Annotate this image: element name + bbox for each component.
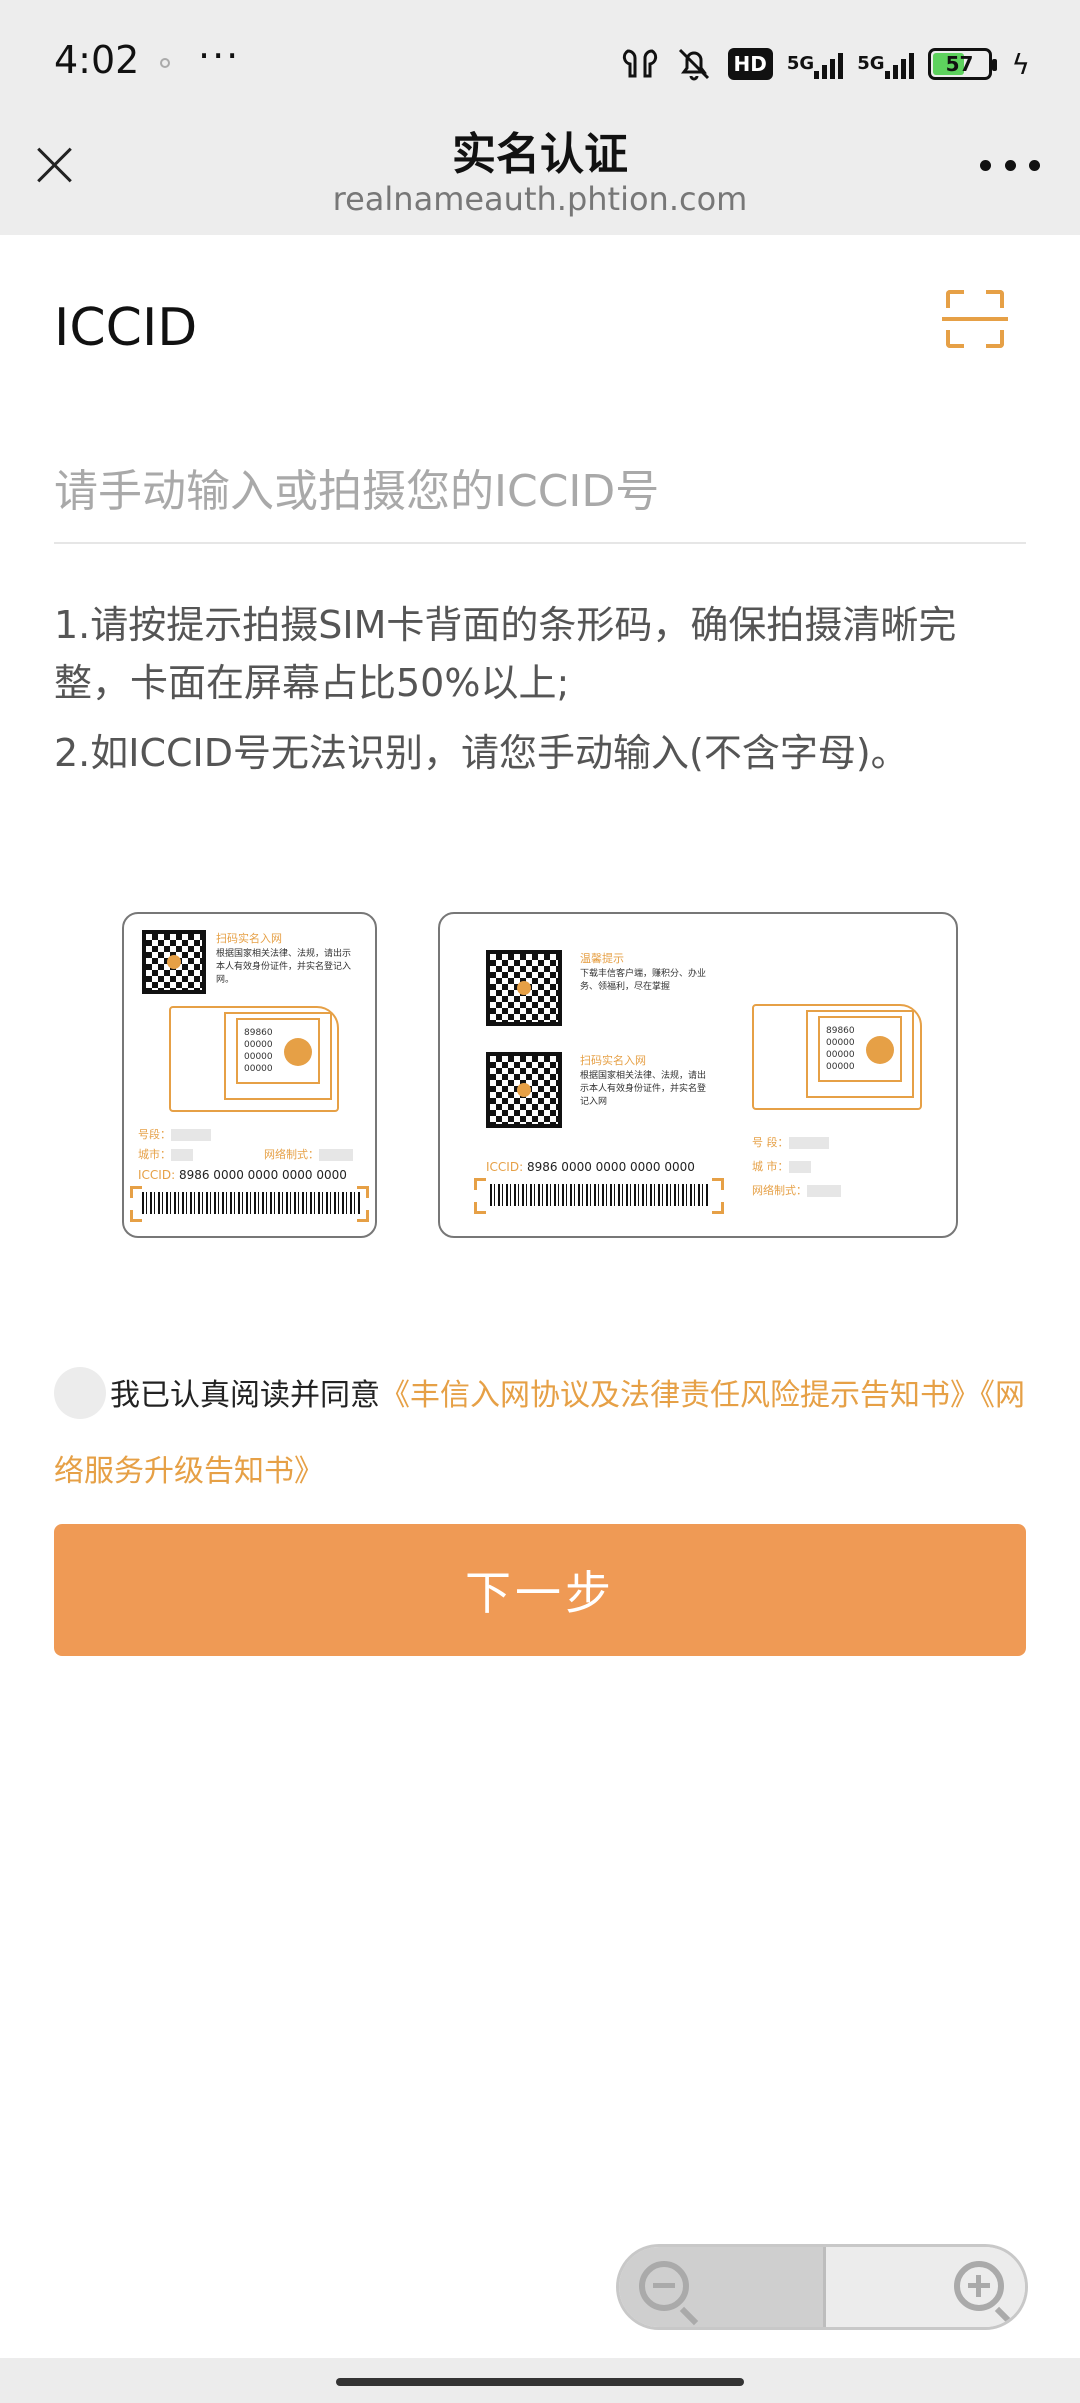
barcode bbox=[142, 1192, 362, 1214]
brand-logo-icon bbox=[866, 1036, 894, 1064]
iccid-input[interactable] bbox=[54, 440, 1026, 544]
agreement-link-protocol[interactable]: 《丰信入网协议及法律责任风险提示告知书》 bbox=[380, 1378, 980, 1413]
zoom-in-button[interactable] bbox=[826, 2247, 1025, 2327]
next-button[interactable]: 下一步 bbox=[54, 1524, 1026, 1656]
sim-card-front-example: 扫码实名入网 根据国家相关法律、法规，请出示本人有效身份证件，并实名登记入网。 … bbox=[122, 912, 377, 1238]
earbuds-icon bbox=[620, 44, 660, 84]
status-time: 4:02 bbox=[54, 38, 140, 82]
qr-code-icon bbox=[142, 930, 206, 994]
sim-chip: 89860 00000 00000 00000 bbox=[818, 1016, 902, 1082]
battery-icon: 57 bbox=[927, 44, 997, 84]
browser-header: 4:02 ··· HD 5G 5G 57 ϟ 实名认证 realnameauth… bbox=[0, 0, 1080, 235]
zoom-out-icon bbox=[639, 2261, 689, 2311]
instruction-2: 2.如ICCID号无法识别，请您手动输入(不含字母)。 bbox=[54, 731, 909, 775]
instruction-1: 1.请按提示拍摄SIM卡背面的条形码，确保拍摄清晰完整，卡面在屏幕占比50%以上… bbox=[54, 603, 957, 705]
iccid-label: ICCID bbox=[54, 298, 198, 358]
agreement-checkbox[interactable] bbox=[54, 1366, 106, 1419]
zoom-out-button[interactable] bbox=[619, 2247, 826, 2327]
zoom-controls bbox=[616, 2244, 1028, 2330]
status-more: ··· bbox=[198, 34, 241, 78]
notification-dot-icon bbox=[160, 58, 170, 68]
hd-icon: HD bbox=[727, 44, 773, 84]
instructions: 1.请按提示拍摄SIM卡背面的条形码，确保拍摄清晰完整，卡面在屏幕占比50%以上… bbox=[54, 596, 1026, 794]
qr-code-icon bbox=[486, 950, 562, 1026]
more-menu-icon[interactable] bbox=[980, 150, 1040, 180]
sim-card-back-example: 温馨提示 下载丰信客户端，赚积分、办业务、领福利，尽在掌握 扫码实名入网 根据国… bbox=[438, 912, 958, 1238]
signal-icon: 5G bbox=[857, 44, 914, 84]
qr-code-icon bbox=[486, 1052, 562, 1128]
home-indicator[interactable] bbox=[336, 2378, 744, 2386]
barcode bbox=[490, 1184, 710, 1206]
scan-icon[interactable] bbox=[942, 290, 1008, 348]
charging-icon: ϟ bbox=[1011, 47, 1030, 81]
page-url: realnameauth.phtion.com bbox=[332, 180, 748, 218]
zoom-in-icon bbox=[954, 2261, 1004, 2311]
signal-icon: 5G bbox=[787, 44, 844, 84]
page-title: 实名认证 bbox=[452, 129, 628, 180]
status-bar: 4:02 ··· HD 5G 5G 57 ϟ bbox=[0, 0, 1080, 120]
sim-chip: 89860 00000 00000 00000 bbox=[236, 1018, 320, 1084]
agreement-prefix: 我已认真阅读并同意 bbox=[110, 1378, 380, 1413]
agreement-row: 我已认真阅读并同意《丰信入网协议及法律责任风险提示告知书》《网络服务升级告知书》 bbox=[54, 1358, 1034, 1510]
mute-icon bbox=[674, 44, 714, 84]
brand-logo-icon bbox=[284, 1038, 312, 1066]
status-icons: HD 5G 5G 57 ϟ bbox=[620, 40, 1030, 88]
